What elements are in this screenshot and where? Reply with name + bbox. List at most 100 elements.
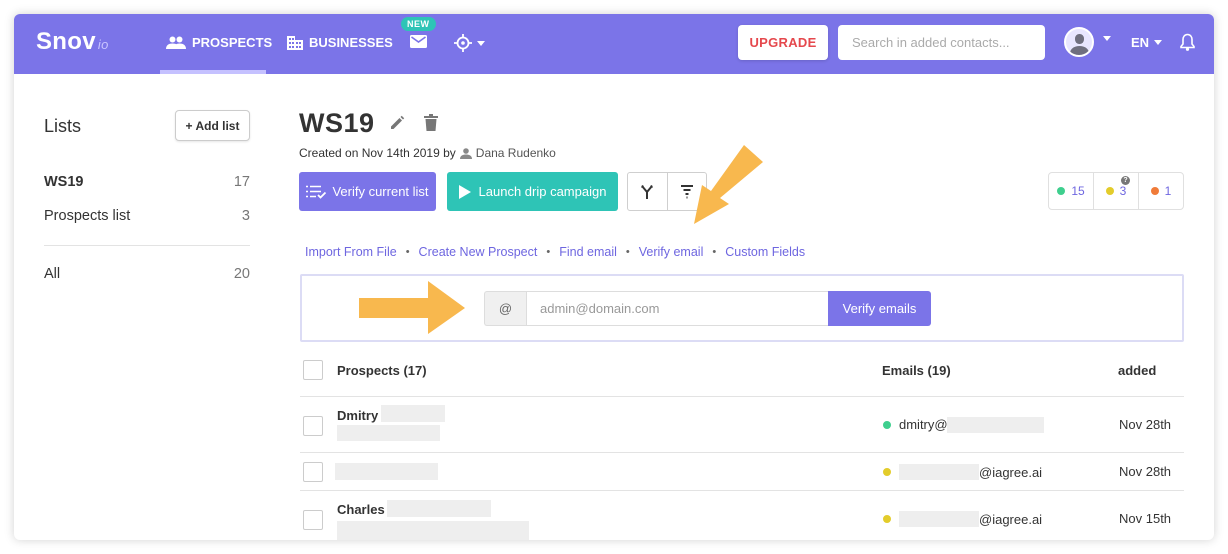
yellow-dot-icon: [1105, 187, 1114, 195]
column-header-emails[interactable]: Emails (19): [882, 363, 951, 378]
top-nav: Snov io PROSPECTS BUSINESSES NEW UPGRADE …: [14, 14, 1214, 74]
column-header-added[interactable]: added: [1118, 363, 1156, 378]
added-date: Nov 28th: [1119, 417, 1172, 432]
prospect-name[interactable]: Dmitry: [337, 408, 378, 423]
yellow-dot-icon: [883, 515, 891, 523]
mail-icon[interactable]: [410, 35, 427, 48]
prospect-name[interactable]: Charles: [337, 502, 385, 517]
nav-businesses-label: BUSINESSES: [309, 35, 393, 50]
import-from-file-link[interactable]: Import From File: [305, 245, 397, 259]
redacted-text: [947, 417, 1044, 433]
email-text: @iagree.ai: [979, 464, 1043, 480]
chevron-down-icon: [477, 40, 485, 46]
row-checkbox[interactable]: [303, 510, 323, 530]
list-count: 3: [241, 208, 250, 224]
sidebar-list-ws19[interactable]: WS19 17: [44, 174, 250, 190]
nav-prospects-label: PROSPECTS: [192, 35, 273, 50]
redacted-text: [387, 500, 491, 517]
nav-active-indicator: [160, 70, 266, 74]
row-divider: [300, 396, 1184, 397]
email-text: dmitry@: [899, 417, 948, 432]
logo-text: Snov: [36, 28, 96, 55]
app-window: Snov io PROSPECTS BUSINESSES NEW UPGRADE …: [14, 14, 1214, 540]
launch-drip-label: Launch drip campaign: [478, 184, 607, 199]
find-email-link[interactable]: Find email: [559, 245, 617, 259]
building-icon: [287, 35, 303, 50]
status-unknown[interactable]: 3 ?: [1093, 173, 1138, 209]
logo-suffix: io: [97, 37, 109, 52]
verify-email-input[interactable]: [526, 291, 829, 326]
status-invalid[interactable]: 1: [1138, 173, 1183, 209]
status-count: 1: [1164, 184, 1172, 198]
redacted-text: [337, 521, 529, 540]
search-input[interactable]: [838, 25, 1045, 60]
custom-fields-link[interactable]: Custom Fields: [725, 245, 805, 259]
row-checkbox[interactable]: [303, 416, 323, 436]
page-title: WS19: [299, 108, 375, 138]
bell-icon[interactable]: [1180, 33, 1195, 51]
filter-icon: [680, 184, 693, 198]
nav-prospects[interactable]: PROSPECTS: [166, 35, 272, 50]
yellow-dot-icon: [883, 468, 891, 476]
play-icon: [458, 184, 471, 199]
green-dot-icon: [883, 420, 891, 429]
verify-current-list-label: Verify current list: [332, 184, 429, 199]
list-check-icon: [306, 185, 327, 199]
target-menu[interactable]: [454, 34, 485, 52]
created-text: Created on Nov 14th 2019 by: [299, 146, 456, 160]
merge-button[interactable]: [628, 173, 667, 210]
redacted-text: [899, 511, 979, 527]
create-new-prospect-link[interactable]: Create New Prospect: [419, 245, 538, 259]
crosshair-icon: [454, 34, 472, 52]
status-valid[interactable]: 15: [1049, 173, 1093, 209]
people-icon: [166, 36, 186, 49]
verify-current-list-button[interactable]: Verify current list: [299, 172, 436, 211]
nav-businesses[interactable]: BUSINESSES: [287, 35, 393, 50]
logo[interactable]: Snov io: [36, 28, 109, 56]
row-divider: [300, 490, 1184, 491]
list-count: 17: [233, 174, 250, 190]
verify-emails-button[interactable]: Verify emails: [828, 291, 931, 326]
list-name: Prospects list: [44, 208, 131, 224]
row-checkbox[interactable]: [303, 462, 323, 482]
add-list-button[interactable]: + Add list: [175, 110, 250, 141]
action-links: Import From File • Create New Prospect •…: [305, 245, 805, 259]
new-badge: NEW: [401, 17, 436, 31]
filter-button[interactable]: [666, 173, 707, 210]
sidebar-divider: [44, 245, 250, 246]
email-cell[interactable]: @iagree.ai: [883, 464, 1042, 480]
trash-icon[interactable]: [424, 114, 438, 131]
help-icon: ?: [1121, 176, 1130, 185]
language-selector[interactable]: EN: [1131, 35, 1163, 50]
sidebar-list-prospects[interactable]: Prospects list 3: [44, 208, 250, 224]
email-cell[interactable]: dmitry@: [883, 417, 948, 432]
separator: •: [712, 246, 717, 258]
list-count: 20: [233, 266, 250, 282]
list-name: All: [44, 266, 61, 282]
green-dot-icon: [1057, 187, 1066, 195]
chevron-down-icon: [1154, 40, 1163, 45]
sidebar-list-all[interactable]: All 20: [44, 266, 250, 282]
separator: •: [405, 246, 410, 258]
avatar[interactable]: [1064, 27, 1094, 57]
chevron-down-icon[interactable]: [1103, 36, 1111, 41]
pencil-icon[interactable]: [389, 115, 405, 131]
created-info: Created on Nov 14th 2019 by Dana Rudenko: [299, 146, 556, 160]
upgrade-button[interactable]: UPGRADE: [738, 25, 828, 60]
orange-dot-icon: [1150, 187, 1159, 195]
separator: •: [625, 246, 630, 258]
status-count: 15: [1071, 184, 1085, 198]
select-all-checkbox[interactable]: [303, 360, 323, 380]
redacted-text: [381, 405, 445, 422]
email-cell[interactable]: @iagree.ai: [883, 511, 1042, 527]
launch-drip-campaign-button[interactable]: Launch drip campaign: [447, 172, 618, 211]
verify-email-panel: @ Verify emails: [300, 274, 1184, 342]
email-text: @iagree.ai: [979, 511, 1043, 527]
verify-email-link[interactable]: Verify email: [639, 245, 704, 259]
redacted-text: [335, 463, 438, 480]
email-status-summary: 15 3 ? 1: [1048, 172, 1184, 210]
user-icon: [459, 147, 472, 159]
added-date: Nov 28th: [1119, 464, 1172, 479]
column-header-prospects[interactable]: Prospects (17): [337, 363, 427, 378]
list-tools-group: [627, 172, 707, 211]
